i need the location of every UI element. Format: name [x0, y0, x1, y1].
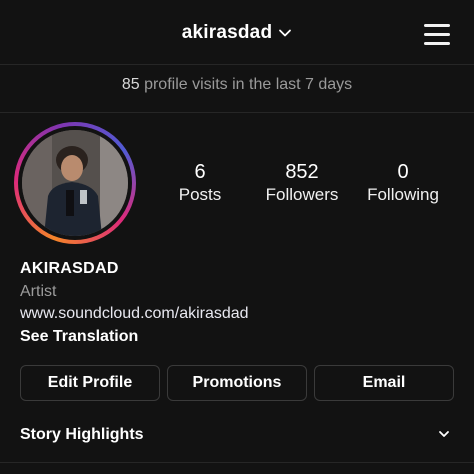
email-button[interactable]: Email	[314, 365, 454, 401]
promotions-button[interactable]: Promotions	[167, 365, 307, 401]
display-name: AKIRASDAD	[20, 260, 119, 277]
category-label: Artist	[20, 283, 57, 300]
following-count: 0	[397, 161, 409, 183]
header-divider	[0, 64, 474, 65]
visits-text: profile visits in the last 7 days	[144, 76, 353, 93]
bio-section: AKIRASDAD Artist www.soundcloud.com/akir…	[20, 258, 460, 349]
action-buttons: Edit Profile Promotions Email	[20, 365, 454, 401]
bio-link[interactable]: www.soundcloud.com/akirasdad	[20, 303, 460, 325]
username-wrap: akirasdad	[0, 22, 474, 44]
stat-followers[interactable]: 852 Followers	[252, 160, 352, 206]
story-highlights-label: Story Highlights	[20, 426, 144, 443]
hamburger-menu-icon[interactable]	[424, 22, 452, 46]
stat-following[interactable]: 0 Following	[353, 160, 453, 206]
story-highlights-toggle[interactable]: Story Highlights	[20, 422, 454, 448]
visits-divider	[0, 112, 474, 113]
posts-count: 6	[194, 161, 206, 183]
followers-label: Followers	[265, 185, 339, 204]
profile-visits-banner[interactable]: 85 profile visits in the last 7 days	[0, 76, 474, 94]
avatar-photo	[22, 130, 128, 236]
avatar[interactable]	[14, 122, 136, 244]
top-bar: akirasdad	[0, 0, 474, 66]
see-translation-link[interactable]: See Translation	[20, 325, 460, 349]
account-switcher[interactable]: akirasdad	[182, 22, 293, 44]
edit-profile-button[interactable]: Edit Profile	[20, 365, 160, 401]
stat-posts[interactable]: 6 Posts	[150, 160, 250, 206]
menu-line	[424, 33, 450, 36]
username: akirasdad	[181, 22, 273, 43]
avatar-gap	[18, 126, 132, 240]
menu-line	[424, 42, 450, 45]
posts-label: Posts	[178, 185, 222, 204]
chevron-down-icon	[439, 431, 449, 437]
menu-line	[424, 24, 450, 27]
profile-stats: 6 Posts 852 Followers 0 Following	[160, 160, 460, 210]
following-label: Following	[367, 185, 439, 204]
bottom-divider	[0, 462, 474, 463]
visits-count: 85	[121, 76, 140, 93]
person-photo-icon	[22, 130, 128, 236]
followers-count: 852	[285, 161, 319, 183]
chevron-down-icon	[279, 29, 292, 37]
